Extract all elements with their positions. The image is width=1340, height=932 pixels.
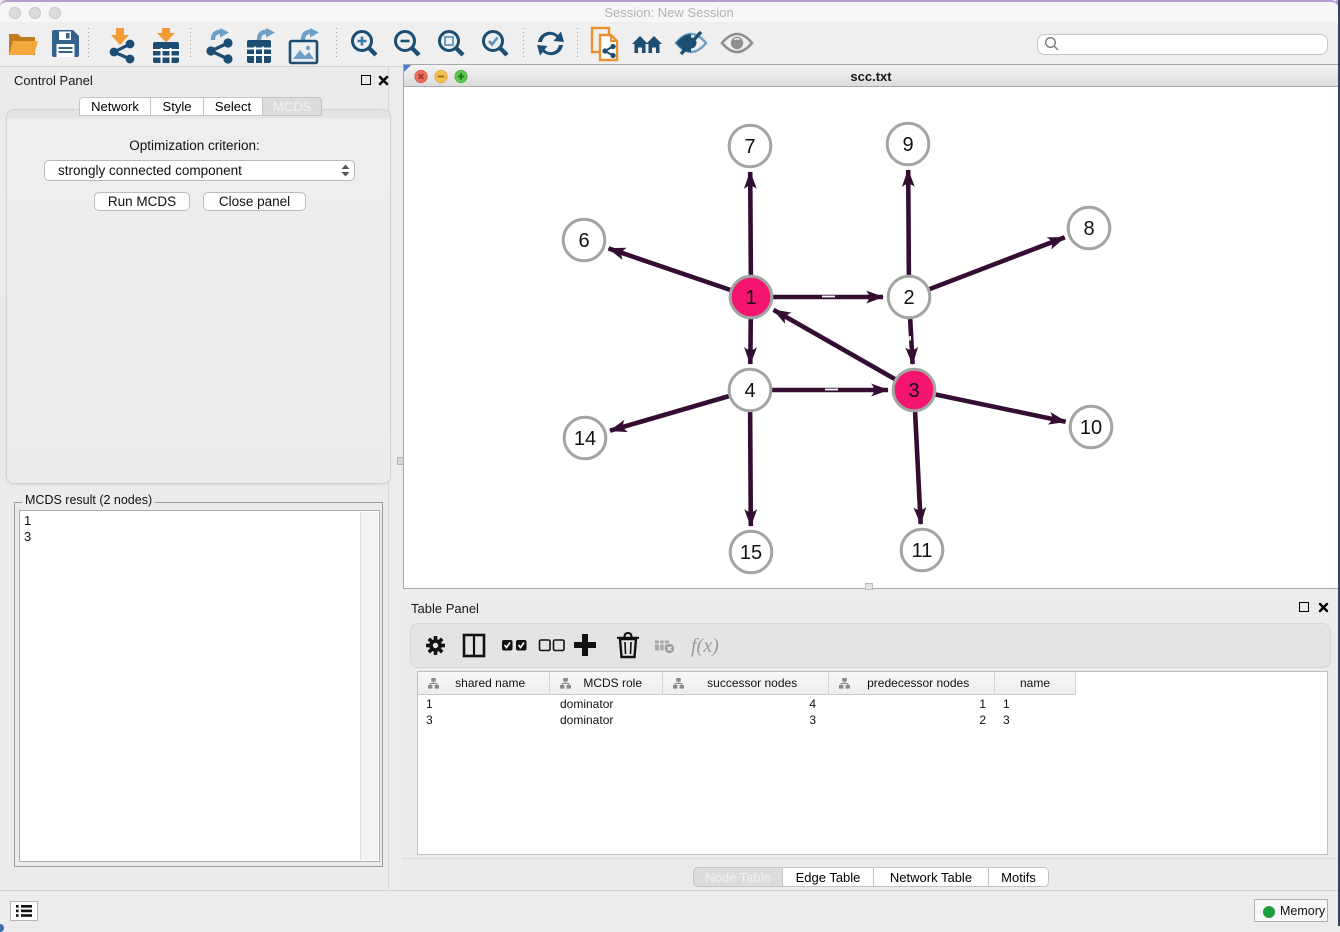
svg-text:11: 11	[912, 540, 933, 562]
svg-text:10: 10	[1080, 417, 1102, 439]
svg-text:3: 3	[908, 380, 919, 402]
svg-text:4: 4	[744, 380, 755, 402]
svg-text:8: 8	[1083, 218, 1094, 240]
svg-text:15: 15	[740, 542, 762, 564]
svg-text:2: 2	[903, 287, 914, 309]
svg-text:f(x): f(x)	[691, 635, 719, 657]
svg-text:6: 6	[578, 230, 589, 252]
svg-text:7: 7	[744, 136, 755, 158]
svg-text:14: 14	[574, 428, 596, 450]
svg-text:9: 9	[902, 134, 913, 156]
svg-text:1: 1	[745, 287, 756, 309]
